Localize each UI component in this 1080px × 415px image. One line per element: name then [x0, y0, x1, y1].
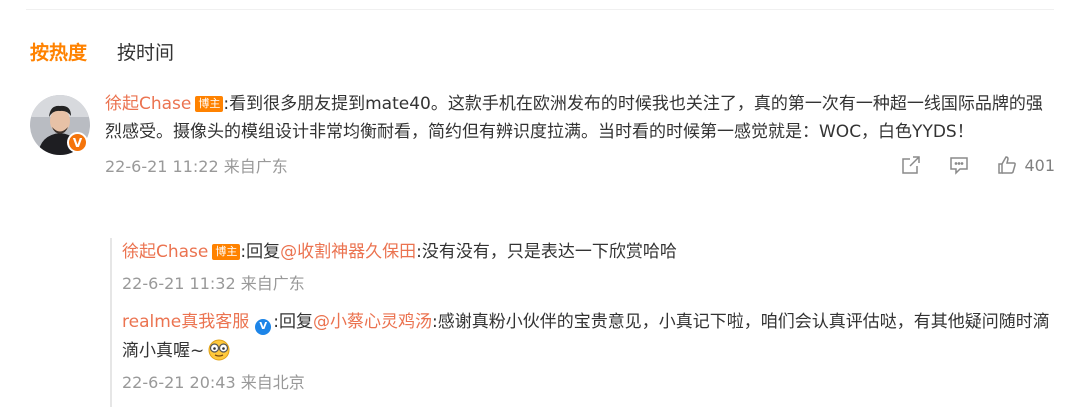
emoji-icon	[206, 336, 232, 362]
comment-username[interactable]: 徐起Chase	[105, 94, 191, 114]
tab-sort-by-time[interactable]: 按时间	[117, 38, 174, 65]
top-divider	[26, 9, 1054, 10]
comment-meta: 22-6-21 11:22 来自广东	[105, 157, 288, 176]
verified-badge-icon: V	[67, 132, 88, 153]
reply-prefix: :回复	[273, 312, 313, 332]
share-icon	[902, 156, 921, 174]
like-button[interactable]: 401	[996, 154, 1055, 176]
reply-username[interactable]: realme真我客服	[122, 312, 249, 332]
reply-mention-link[interactable]: @收割神器久保田	[280, 242, 416, 262]
reply-item: realme真我客服 V:回复@小蔡心灵鸡汤:感谢真粉小伙伴的宝贵意见，小真记下啦…	[122, 308, 1066, 395]
reply-content: 徐起Chase 博主:回复@收割神器久保田:没有没有，只是表达一下欣赏哈哈	[122, 238, 1066, 266]
blogger-badge: 博主	[212, 244, 241, 260]
like-count: 401	[1024, 155, 1055, 175]
reply-prefix: :回复	[240, 242, 281, 262]
reply-meta: 22-6-21 11:32 来自广东	[122, 274, 305, 293]
reply-item: 徐起Chase 博主:回复@收割神器久保田:没有没有，只是表达一下欣赏哈哈 22-…	[122, 238, 1066, 296]
reply-mention-link[interactable]: @小蔡心灵鸡汤	[313, 312, 432, 332]
reply-meta: 22-6-21 20:43 来自北京	[122, 373, 305, 392]
comment-actions: 401	[874, 154, 1055, 176]
tab-sort-by-hot[interactable]: 按热度	[30, 38, 87, 65]
avatar[interactable]: V	[30, 95, 90, 155]
blogger-badge: 博主	[195, 96, 224, 112]
verified-blue-icon: V	[255, 319, 272, 335]
sort-tabs: 按热度 按时间	[30, 36, 204, 66]
reply-text: :没有没有，只是表达一下欣赏哈哈	[416, 242, 677, 262]
comment-content: 徐起Chase 博主:看到很多朋友提到mate40。这款手机在欧洲发布的时候我也关…	[105, 90, 1055, 146]
share-button[interactable]	[900, 154, 922, 176]
comment-icon	[950, 157, 969, 175]
reply-button[interactable]	[948, 154, 970, 176]
reply-username[interactable]: 徐起Chase	[122, 242, 208, 262]
comment-text: :看到很多朋友提到mate40。这款手机在欧洲发布的时候我也关注了，真的第一次有…	[105, 94, 1043, 142]
comment-meta-row: 22-6-21 11:22 来自广东 401	[105, 153, 1055, 177]
reply-content: realme真我客服 V:回复@小蔡心灵鸡汤:感谢真粉小伙伴的宝贵意见，小真记下啦…	[122, 308, 1066, 365]
like-icon	[998, 156, 1017, 174]
main-comment: 徐起Chase 博主:看到很多朋友提到mate40。这款手机在欧洲发布的时候我也关…	[105, 90, 1055, 177]
reply-list: 徐起Chase 博主:回复@收割神器久保田:没有没有，只是表达一下欣赏哈哈 22-…	[110, 238, 1066, 407]
